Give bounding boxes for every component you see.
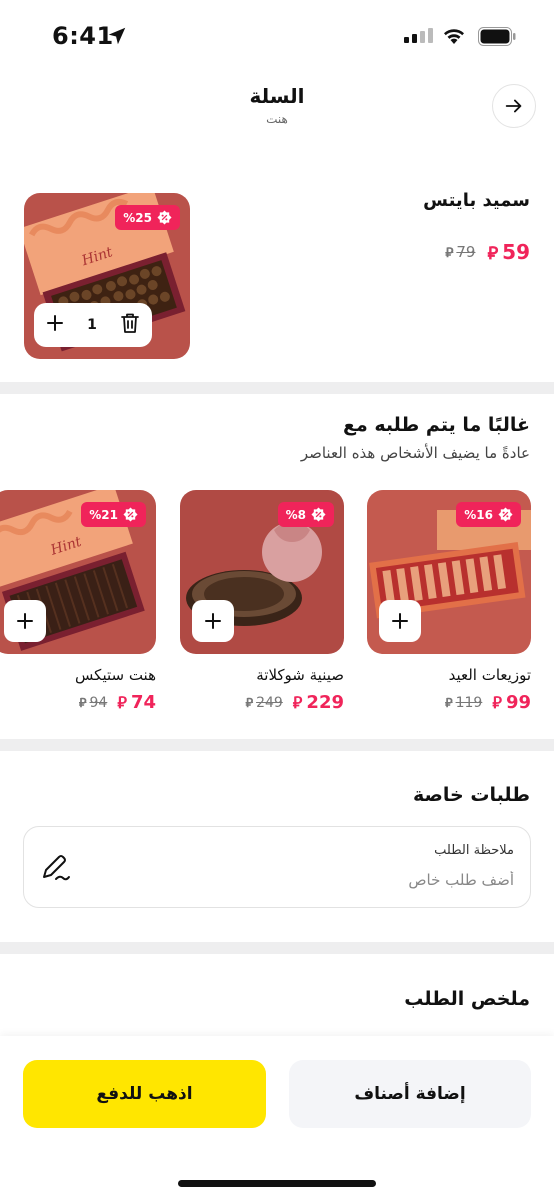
old-price: 249 ⃁ — [246, 695, 283, 711]
plus-icon — [47, 315, 63, 331]
current-price-value: 59 — [502, 240, 530, 264]
riyal-icon: ⃁ — [492, 692, 502, 712]
page-title: السلة — [249, 84, 305, 108]
home-indicator — [178, 1180, 376, 1187]
product-image: Hint %25 1 — [24, 193, 190, 359]
recommended-item-image: %16 — [367, 490, 531, 654]
cart-item: سميد بايتس 59 ⃁ 79 ⃁ Hint — [0, 178, 554, 378]
old-price-value: 79 — [456, 243, 476, 261]
add-to-cart-button[interactable] — [379, 600, 421, 642]
current-price: 99 ⃁ — [492, 692, 531, 713]
discount-badge: %21 — [81, 502, 146, 527]
add-to-cart-button[interactable] — [4, 600, 46, 642]
store-name: هنت — [266, 112, 288, 126]
recommended-item-image: Hint %21 — [0, 490, 156, 654]
order-summary-title: ملخص الطلب — [404, 988, 530, 1010]
riyal-icon: ⃁ — [445, 245, 454, 261]
section-divider — [0, 382, 554, 394]
cart-item-name: سميد بايتس — [423, 190, 530, 211]
section-divider — [0, 739, 554, 751]
riyal-icon: ⃁ — [245, 694, 254, 710]
old-price-value: 94 — [89, 694, 108, 711]
header: السلة هنت — [0, 70, 554, 160]
riyal-icon: ⃁ — [117, 692, 127, 712]
current-price: 229 ⃁ — [293, 692, 344, 713]
recommended-item-name: توزيعات العيد — [448, 666, 531, 684]
quantity-stepper: 1 — [34, 303, 152, 347]
recommended-item-price: 99 ⃁ 119 ⃁ — [445, 692, 531, 713]
riyal-icon: ⃁ — [445, 694, 453, 710]
pen-icon — [43, 855, 70, 881]
signal-icon — [404, 28, 433, 43]
add-to-cart-button[interactable] — [192, 600, 234, 642]
discount-text: %16 — [464, 507, 493, 522]
recommended-item-name: صينية شوكلاتة — [256, 666, 344, 684]
old-price: 119 ⃁ — [445, 695, 482, 711]
old-price-value: 249 — [256, 694, 283, 711]
recommendations-subtitle: عادةً ما يضيف الأشخاص هذه العناصر — [300, 444, 530, 462]
current-price-value: 229 — [306, 692, 344, 713]
discount-badge-icon — [123, 507, 138, 522]
discount-badge: %16 — [456, 502, 521, 527]
current-price-value: 99 — [505, 692, 531, 713]
checkout-button[interactable]: اذهب للدفع — [23, 1060, 266, 1128]
current-price: 74 ⃁ — [117, 692, 156, 713]
plus-icon — [392, 613, 408, 629]
quantity-value: 1 — [87, 317, 97, 333]
discount-text: %25 — [123, 210, 152, 225]
recommended-item[interactable]: Hint %21 هنت ستيكس 74 ⃁ — [0, 490, 156, 720]
order-note-input[interactable] — [134, 871, 514, 889]
status-time: 6:41 — [52, 22, 114, 50]
bottom-action-bar: اذهب للدفع إضافة أصناف — [0, 1036, 554, 1200]
order-note-field[interactable]: ملاحظة الطلب — [23, 826, 531, 908]
current-price-value: 74 — [130, 692, 156, 713]
recommended-item-price: 74 ⃁ 94 ⃁ — [79, 692, 156, 713]
arrow-right-icon — [505, 99, 522, 113]
trash-icon — [121, 313, 139, 333]
riyal-icon: ⃁ — [292, 692, 303, 712]
battery-icon — [478, 27, 516, 46]
riyal-icon: ⃁ — [487, 242, 499, 264]
status-bar: 6:41 — [0, 0, 554, 70]
delete-item-button[interactable] — [120, 312, 140, 338]
recommended-item[interactable]: %16 توزيعات العيد 99 ⃁ 119 ⃁ — [367, 490, 531, 720]
old-price: 79 ⃁ — [445, 243, 475, 261]
increase-quantity-button[interactable] — [46, 314, 64, 336]
riyal-icon: ⃁ — [79, 694, 87, 710]
location-arrow-icon — [108, 27, 126, 45]
old-price-value: 119 — [455, 694, 483, 711]
plus-icon — [205, 613, 221, 629]
discount-badge-icon — [157, 210, 172, 225]
discount-badge: %25 — [115, 205, 180, 230]
recommended-item[interactable]: %8 صينية شوكلاتة 229 ⃁ 249 ⃁ — [180, 490, 344, 720]
recommendations-title: غالبًا ما يتم طلبه مع — [343, 414, 530, 436]
back-button[interactable] — [492, 84, 536, 128]
discount-text: %21 — [89, 507, 118, 522]
current-price: 59 ⃁ — [487, 240, 530, 264]
cart-item-price: 59 ⃁ 79 ⃁ — [445, 240, 530, 264]
discount-text: %8 — [285, 507, 306, 522]
discount-badge-icon — [498, 507, 513, 522]
discount-badge: %8 — [277, 502, 334, 527]
recommended-item-name: هنت ستيكس — [75, 666, 156, 684]
recommended-item-price: 229 ⃁ 249 ⃁ — [246, 692, 344, 713]
recommended-item-image: %8 — [180, 490, 344, 654]
special-requests-title: طلبات خاصة — [413, 784, 530, 806]
order-note-label: ملاحظة الطلب — [434, 843, 514, 858]
old-price: 94 ⃁ — [79, 695, 107, 711]
add-items-button[interactable]: إضافة أصناف — [289, 1060, 531, 1128]
wifi-icon — [444, 29, 464, 44]
plus-icon — [17, 613, 33, 629]
section-divider — [0, 942, 554, 954]
discount-badge-icon — [311, 507, 326, 522]
